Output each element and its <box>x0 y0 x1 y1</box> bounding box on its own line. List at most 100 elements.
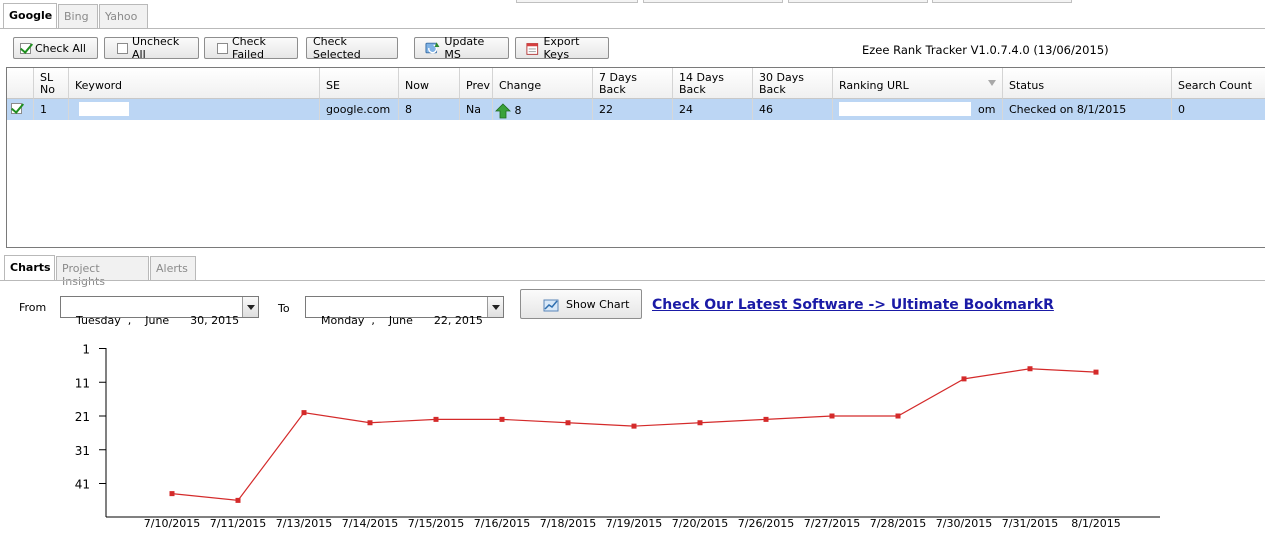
column-header-7-days-back[interactable]: 7 Days Back <box>593 68 673 99</box>
x-tick-label: 7/18/2015 <box>540 517 596 530</box>
x-tick-label: 7/26/2015 <box>738 517 794 530</box>
x-tick-label: 8/1/2015 <box>1071 517 1120 530</box>
data-point <box>829 413 835 419</box>
from-label: From <box>19 301 47 314</box>
column-header-ranking-url[interactable]: Ranking URL <box>833 68 1003 99</box>
chevron-down-icon[interactable] <box>487 297 503 317</box>
tab-bing[interactable]: Bing <box>58 4 98 28</box>
x-tick-label: 7/14/2015 <box>342 517 398 530</box>
x-tick-label: 7/31/2015 <box>1002 517 1058 530</box>
data-point <box>433 416 439 422</box>
tab-google[interactable]: Google <box>3 3 57 29</box>
x-tick-label: 7/28/2015 <box>870 517 926 530</box>
redaction-block <box>839 102 971 116</box>
data-point <box>1027 366 1033 372</box>
data-point <box>895 413 901 419</box>
x-tick-label: 7/19/2015 <box>606 517 662 530</box>
show-chart-label: Show Chart <box>566 297 630 311</box>
select-column-header <box>7 68 34 99</box>
cell-7-days-back: 22 <box>593 99 673 120</box>
show-chart-button[interactable]: Show Chart <box>520 289 642 319</box>
x-tick-label: 7/10/2015 <box>144 517 200 530</box>
cell-se: google.com <box>320 99 399 120</box>
column-header-search-count[interactable]: Search Count <box>1172 68 1265 99</box>
chevron-down-icon[interactable] <box>242 297 258 317</box>
export-keys-label: Export Keys <box>543 35 580 61</box>
checkbox-empty-icon <box>117 42 128 54</box>
tab-alerts[interactable]: Alerts <box>150 256 196 280</box>
chart-icon <box>543 299 559 311</box>
x-tick-label: 7/11/2015 <box>210 517 266 530</box>
x-tick-label: 7/16/2015 <box>474 517 530 530</box>
x-tick-label: 7/27/2015 <box>804 517 860 530</box>
export-keys-button[interactable]: Export Keys <box>515 35 609 61</box>
column-header-30-days-back[interactable]: 30 Days Back <box>753 68 833 99</box>
update-ms-label: Update MS <box>444 35 485 61</box>
y-tick-label: 1 <box>82 343 90 357</box>
row-checkbox[interactable] <box>7 99 34 120</box>
data-point <box>763 416 769 422</box>
data-point <box>367 420 373 426</box>
column-header-keyword[interactable]: Keyword <box>69 68 320 99</box>
column-header-prev[interactable]: Prev <box>460 68 493 99</box>
column-header-now[interactable]: Now <box>399 68 460 99</box>
data-point <box>697 420 703 426</box>
y-tick-label: 41 <box>75 478 90 492</box>
column-header-status[interactable]: Status <box>1003 68 1172 99</box>
filter-icon[interactable] <box>988 80 996 88</box>
cell-now: 8 <box>399 99 460 120</box>
cell-ranking-url: om <box>833 99 1003 120</box>
y-tick-label: 11 <box>75 376 90 390</box>
app-title: Ezee Rank Tracker V1.0.7.4.0 (13/06/2015… <box>862 43 1109 57</box>
to-date-picker[interactable]: Monday , June 22, 2015 <box>305 296 504 327</box>
column-header-se[interactable]: SE <box>320 68 399 99</box>
cell-14-days-back: 24 <box>673 99 753 120</box>
check-failed-button[interactable]: Check Failed <box>204 35 298 61</box>
data-point <box>631 423 637 429</box>
update-ms-button[interactable]: Update MS <box>414 35 509 61</box>
check-failed-label: Check Failed <box>232 35 266 61</box>
data-point <box>565 420 571 426</box>
x-tick-label: 7/30/2015 <box>936 517 992 530</box>
data-point <box>169 491 175 497</box>
column-header-14-days-back[interactable]: 14 Days Back <box>673 68 753 99</box>
check-selected-label: Check Selected <box>313 35 361 61</box>
tab-project-insights[interactable]: Project Insights <box>56 256 149 288</box>
to-label: To <box>278 302 290 315</box>
check-all-button[interactable]: Check All <box>13 37 98 59</box>
from-date-picker[interactable]: Tuesday , June 30, 2015 <box>60 296 259 327</box>
x-tick-label: 7/20/2015 <box>672 517 728 530</box>
check-all-label: Check All <box>35 41 86 55</box>
uncheck-all-label: Uncheck All <box>132 35 180 61</box>
cell-30-days-back: 46 <box>753 99 833 120</box>
data-point <box>1093 369 1099 375</box>
cell-prev: Na <box>460 99 493 120</box>
cell-status: Checked on 8/1/2015 <box>1003 99 1172 120</box>
y-tick-label: 21 <box>75 410 90 424</box>
x-tick-label: 7/13/2015 <box>276 517 332 530</box>
tab-yahoo[interactable]: Yahoo <box>99 4 148 28</box>
column-header-change[interactable]: Change <box>493 68 593 99</box>
data-point <box>235 497 241 503</box>
keyword-grid[interactable]: SL No Keyword SE Now Prev Change 7 Days … <box>6 67 1265 248</box>
check-selected-button[interactable]: Check Selected <box>306 35 398 61</box>
uncheck-all-button[interactable]: Uncheck All <box>104 35 199 61</box>
arrow-up-icon <box>495 103 511 119</box>
refresh-icon <box>425 42 440 54</box>
x-tick-label: 7/15/2015 <box>408 517 464 530</box>
redaction-block <box>79 102 129 116</box>
data-point <box>301 410 307 416</box>
promo-link[interactable]: Check Our Latest Software -> Ultimate Bo… <box>652 297 1054 313</box>
column-header-sl-no[interactable]: SL No <box>34 68 69 99</box>
calendar-export-icon <box>526 42 539 55</box>
cell-change: 8 <box>493 99 593 120</box>
series-line <box>171 368 1097 502</box>
checkbox-empty-icon <box>217 42 228 54</box>
cell-keyword <box>69 99 320 120</box>
cell-sl-no: 1 <box>34 99 69 120</box>
data-point <box>499 416 505 422</box>
rank-chart: 1112131417/10/2015 7/11/2015 7/13/2015 7/14… <box>75 343 1160 530</box>
data-point <box>961 376 967 382</box>
cell-search-count: 0 <box>1178 103 1185 116</box>
tab-charts[interactable]: Charts <box>4 255 55 281</box>
